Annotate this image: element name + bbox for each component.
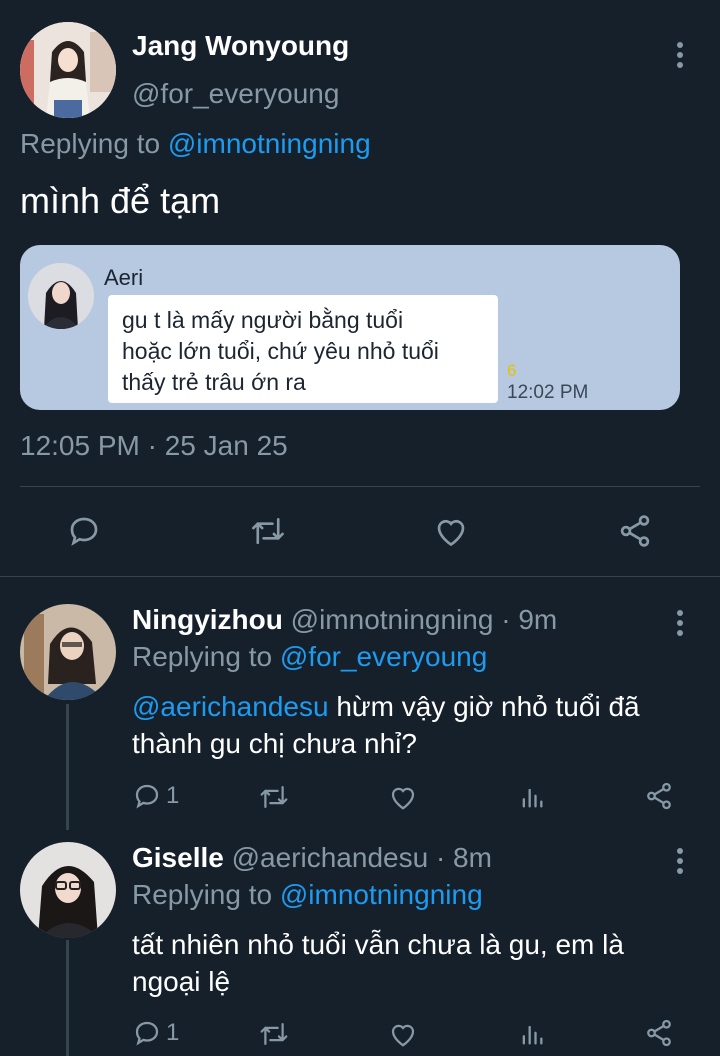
- reply-count: 1: [166, 1019, 180, 1046]
- reply-1-reply-stat[interactable]: 1: [132, 781, 179, 811]
- chat-line: hoặc lớn tuổi, chứ yêu nhỏ tuổi: [122, 338, 439, 364]
- reply-2-display-name[interactable]: Giselle: [132, 842, 224, 873]
- main-replying-line: Replying to @imnotningning: [20, 128, 371, 160]
- reply-1-text: @aerichandesu hừm vậy giờ nhỏ tuổi đã th…: [132, 688, 692, 762]
- chat-line: thấy trẻ trâu ớn ra: [122, 369, 306, 395]
- reply-2-text: tất nhiên nhỏ tuổi vẫn chưa là gu, em là…: [132, 929, 624, 997]
- reply-icon[interactable]: [66, 513, 102, 549]
- chat-avatar: [28, 263, 94, 329]
- replying-prefix: Replying to: [20, 128, 161, 159]
- replying-prefix: Replying to: [132, 879, 273, 910]
- main-handle[interactable]: @for_everyoung: [132, 78, 339, 110]
- more-vertical-icon[interactable]: [677, 42, 683, 68]
- reply-1-handle[interactable]: @imnotningning: [291, 604, 494, 635]
- avatar-reply-1[interactable]: [20, 604, 116, 700]
- chat-line: gu t là mấy người bằng tuổi: [122, 307, 404, 333]
- reply-1-mention[interactable]: @aerichandesu: [132, 691, 329, 722]
- avatar-main[interactable]: [20, 22, 116, 118]
- retweet-icon[interactable]: [249, 513, 287, 549]
- reply-2-header: Giselle @aerichandesu · 8m: [132, 842, 492, 874]
- reply-icon[interactable]: [132, 781, 162, 811]
- reply-1-age: · 9m: [501, 604, 558, 635]
- replying-handle[interactable]: @imnotningning: [280, 879, 483, 910]
- reply-icon[interactable]: [132, 1018, 162, 1048]
- section-divider: [0, 576, 720, 577]
- divider: [20, 486, 700, 487]
- reply-1-header: Ningyizhou @imnotningning · 9m: [132, 604, 557, 636]
- reply-count: 1: [166, 782, 180, 809]
- avatar-reply-2[interactable]: [20, 842, 116, 938]
- reply-2-age: · 8m: [435, 842, 492, 873]
- replying-handle[interactable]: @for_everyoung: [280, 641, 487, 672]
- reply-2-reply-stat[interactable]: 1: [132, 1018, 179, 1048]
- like-icon[interactable]: [388, 783, 418, 811]
- avatar-main-image: [20, 22, 116, 118]
- more-vertical-icon[interactable]: [677, 610, 683, 636]
- share-icon[interactable]: [644, 1018, 674, 1048]
- retweet-icon[interactable]: [258, 782, 290, 812]
- embedded-chat-image[interactable]: Aeri gu t là mấy người bằng tuổi hoặc lớ…: [20, 245, 680, 410]
- avatar-reply-2-image: [20, 842, 116, 938]
- like-icon[interactable]: [433, 514, 469, 548]
- share-icon[interactable]: [644, 781, 674, 811]
- thread-line: [66, 704, 69, 830]
- chat-sender: Aeri: [104, 265, 144, 290]
- more-vertical-icon[interactable]: [677, 848, 683, 874]
- replying-handle[interactable]: @imnotningning: [168, 128, 371, 159]
- chat-time: 12:02 PM: [507, 382, 589, 403]
- replying-prefix: Replying to: [132, 641, 273, 672]
- retweet-icon[interactable]: [258, 1019, 290, 1049]
- share-icon[interactable]: [617, 513, 653, 549]
- chat-bubble: gu t là mấy người bằng tuổi hoặc lớn tuổ…: [108, 295, 498, 403]
- like-icon[interactable]: [388, 1020, 418, 1048]
- thread-line: [66, 940, 69, 1056]
- main-display-name[interactable]: Jang Wonyoung: [132, 30, 349, 62]
- avatar-reply-1-image: [20, 604, 116, 700]
- reply-2-handle[interactable]: @aerichandesu: [232, 842, 429, 873]
- analytics-icon[interactable]: [518, 1020, 546, 1048]
- main-tweet-text: mình để tạm: [20, 180, 221, 221]
- reply-1-display-name[interactable]: Ningyizhou: [132, 604, 283, 635]
- reply-2-replying-line: Replying to @imnotningning: [132, 879, 483, 911]
- analytics-icon[interactable]: [518, 783, 546, 811]
- chat-counter: 6: [507, 361, 517, 380]
- reply-1-replying-line: Replying to @for_everyoung: [132, 641, 487, 673]
- main-timestamp: 12:05 PM · 25 Jan 25: [20, 430, 288, 461]
